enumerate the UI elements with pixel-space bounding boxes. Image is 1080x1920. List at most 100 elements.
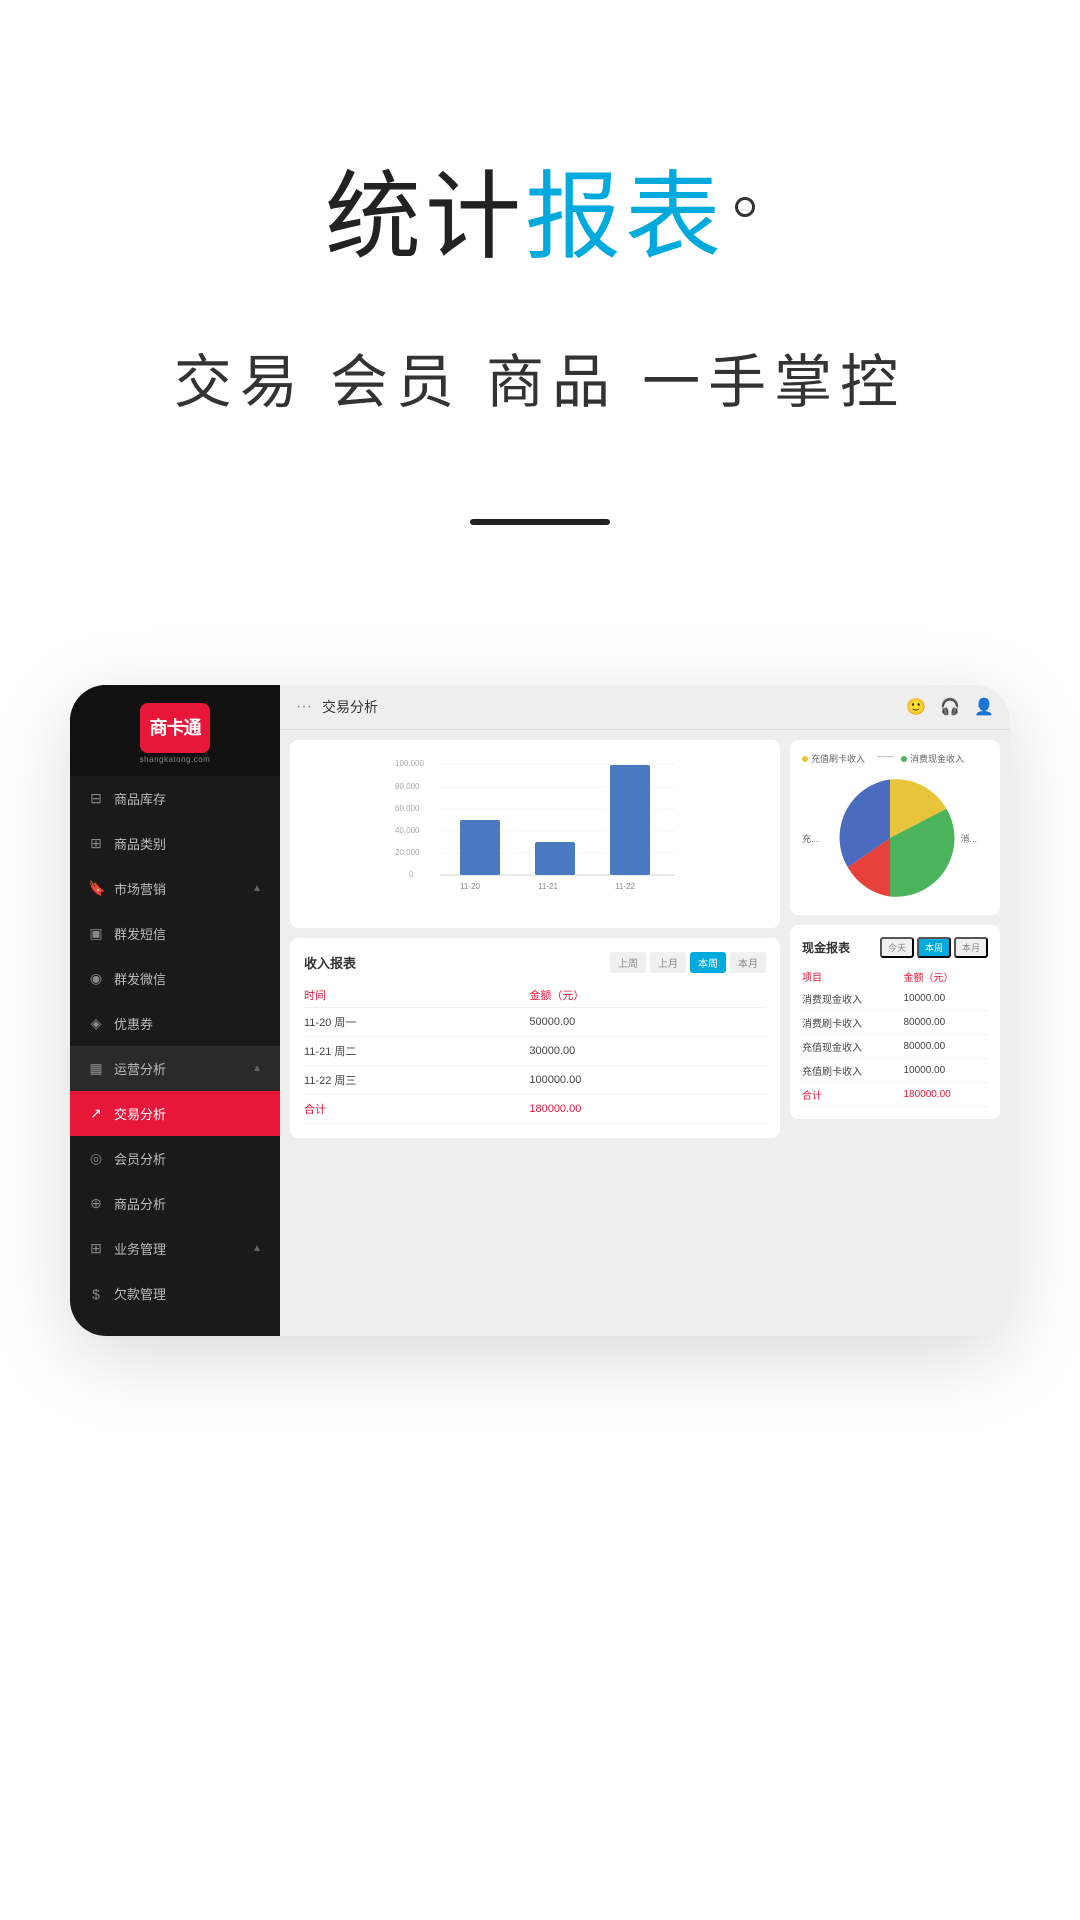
legend-dot <box>802 756 808 762</box>
svg-text:80,000: 80,000 <box>395 782 420 791</box>
sidebar-label: 群发微信 <box>114 969 166 988</box>
pie-legend: 充值刷卡收入 —— 消费现金收入 <box>802 752 988 765</box>
sidebar-item-debt-management[interactable]: $ 欠款管理 <box>70 1271 280 1316</box>
col-amount: 金额（元） <box>529 983 766 1008</box>
sidebar-label: 交易分析 <box>114 1104 166 1123</box>
svg-text:60,000: 60,000 <box>395 804 420 813</box>
sidebar-item-goods-inventory[interactable]: ⊟ 商品库存 <box>70 776 280 821</box>
pie-container: 充... 消... <box>802 773 988 903</box>
tab-last-month[interactable]: 上月 <box>650 952 686 973</box>
svg-text:11-21: 11-21 <box>538 882 558 891</box>
bar-chart-area: 100,000 80,000 60,000 40,000 20,000 0 <box>304 754 766 914</box>
tab-this-week[interactable]: 本周 <box>917 937 951 958</box>
sidebar-label: 商品类别 <box>114 834 166 853</box>
sidebar-item-trade-analysis[interactable]: ↗ 交易分析 <box>70 1091 280 1136</box>
sidebar-item-ops-analysis[interactable]: ▦ 运营分析 ▲ <box>70 1046 280 1091</box>
sidebar-item-coupons[interactable]: ◈ 优惠券 <box>70 1001 280 1046</box>
tag-icon: ◈ <box>88 1015 104 1032</box>
hero-subtitle: 交易 会员 商品 一手掌控 <box>0 335 1080 419</box>
tab-this-week[interactable]: 本周 <box>690 952 726 973</box>
row-item: 充值现金收入 <box>802 1035 903 1059</box>
grid-icon: ⊞ <box>88 835 104 852</box>
tab-last-week[interactable]: 上周 <box>610 952 646 973</box>
row-amount: 100000.00 <box>529 1066 766 1095</box>
income-table-header: 收入报表 上周 上月 本周 本月 <box>304 952 766 973</box>
sidebar-logo: 商卡通 shangkatong.com <box>70 685 280 776</box>
right-panel: 充值刷卡收入 —— 消费现金收入 充... <box>790 740 1000 1326</box>
circle-icon: ⊕ <box>88 1195 104 1212</box>
svg-text:11-22: 11-22 <box>615 882 635 891</box>
svg-text:40,000: 40,000 <box>395 826 420 835</box>
tab-today[interactable]: 今天 <box>880 937 914 958</box>
logo-sub: shangkatong.com <box>140 755 211 764</box>
money-icon: $ <box>88 1286 104 1302</box>
tab-this-month[interactable]: 本月 <box>730 952 766 973</box>
sidebar-item-member-analysis[interactable]: ◎ 会员分析 <box>70 1136 280 1181</box>
hero-divider <box>470 519 610 525</box>
legend-label: 充值刷卡收入 <box>811 752 865 765</box>
dashboard-screenshot: 商卡通 shangkatong.com ⊟ 商品库存 ⊞ 商品类别 🔖 市场营销… <box>70 685 1010 1336</box>
table-row: 消费刷卡收入 80000.00 <box>802 1011 988 1035</box>
sidebar-item-goods-analysis[interactable]: ⊕ 商品分析 <box>70 1181 280 1226</box>
hero-title: 统计报表 <box>0 160 1080 275</box>
sidebar: 商卡通 shangkatong.com ⊟ 商品库存 ⊞ 商品类别 🔖 市场营销… <box>70 685 280 1336</box>
row-amount: 80000.00 <box>903 1035 988 1059</box>
table-row: 11-21 周二 30000.00 <box>304 1037 766 1066</box>
headphone-icon[interactable]: 🎧 <box>940 697 960 717</box>
bar-chart-card: 100,000 80,000 60,000 40,000 20,000 0 <box>290 740 780 928</box>
sidebar-item-group-sms[interactable]: ▣ 群发短信 <box>70 911 280 956</box>
menu-dots[interactable]: ··· <box>296 698 312 716</box>
pie-label-left: 充... <box>802 832 819 845</box>
row-amount: 50000.00 <box>529 1008 766 1037</box>
row-amount: 10000.00 <box>903 1059 988 1083</box>
legend-dot <box>901 756 907 762</box>
sidebar-label: 市场营销 <box>114 879 166 898</box>
row-date: 11-20 周一 <box>304 1008 529 1037</box>
sidebar-label: 商品分析 <box>114 1194 166 1213</box>
title-dot <box>735 197 755 217</box>
col-amount: 金额（元） <box>903 966 988 987</box>
row-item: 消费刷卡收入 <box>802 1011 903 1035</box>
sidebar-item-market-marketing[interactable]: 🔖 市场营销 ▲ <box>70 866 280 911</box>
table-row: 11-22 周三 100000.00 <box>304 1066 766 1095</box>
income-title: 收入报表 <box>304 953 356 972</box>
row-item: 充值刷卡收入 <box>802 1059 903 1083</box>
chevron-up-icon: ▲ <box>252 1243 262 1254</box>
sidebar-item-goods-category[interactable]: ⊞ 商品类别 <box>70 821 280 866</box>
user-icon[interactable]: 👤 <box>974 697 994 717</box>
main-content: ··· 交易分析 🙂 🎧 👤 100,000 80,000 <box>280 685 1010 1336</box>
sidebar-label: 业务管理 <box>114 1239 166 1258</box>
sidebar-label: 欠款管理 <box>114 1284 166 1303</box>
row-date: 11-22 周三 <box>304 1066 529 1095</box>
person-icon: ◎ <box>88 1150 104 1167</box>
col-date: 时间 <box>304 983 529 1008</box>
wechat-icon: ◉ <box>88 970 104 987</box>
topbar: ··· 交易分析 🙂 🎧 👤 <box>280 685 1010 730</box>
total-label: 合计 <box>304 1095 529 1124</box>
svg-text:20,000: 20,000 <box>395 848 420 857</box>
title-accent: 报表 <box>525 164 725 271</box>
cash-tab-group: 今天 本周 本月 <box>880 937 988 958</box>
sidebar-label: 会员分析 <box>114 1149 166 1168</box>
legend-label: 消费现金收入 <box>910 752 964 765</box>
total-row: 合计 180000.00 <box>802 1083 988 1107</box>
chevron-up-icon: ▲ <box>252 1063 262 1074</box>
row-date: 11-21 周二 <box>304 1037 529 1066</box>
sidebar-label: 运营分析 <box>114 1059 166 1078</box>
sidebar-item-biz-management[interactable]: ⊞ 业务管理 ▲ <box>70 1226 280 1271</box>
pie-label-right: 消... <box>961 832 978 845</box>
sidebar-label: 商品库存 <box>114 789 166 808</box>
legend-item-recharge-card: 充值刷卡收入 <box>802 752 865 765</box>
hero-section: 统计报表 交易 会员 商品 一手掌控 <box>0 0 1080 585</box>
sms-icon: ▣ <box>88 925 104 942</box>
sidebar-item-group-wechat[interactable]: ◉ 群发微信 <box>70 956 280 1001</box>
table-icon: ⊞ <box>88 1240 104 1257</box>
table-row: 充值现金收入 80000.00 <box>802 1035 988 1059</box>
tab-this-month[interactable]: 本月 <box>954 937 988 958</box>
smile-icon[interactable]: 🙂 <box>906 697 926 717</box>
income-tab-group: 上周 上月 本周 本月 <box>610 952 766 973</box>
logo-box: 商卡通 <box>140 703 210 753</box>
total-label: 合计 <box>802 1083 903 1107</box>
income-table-card: 收入报表 上周 上月 本周 本月 时间 金额（元） <box>290 938 780 1138</box>
cash-table-card: 现金报表 今天 本周 本月 项目 金额（元） <box>790 925 1000 1119</box>
